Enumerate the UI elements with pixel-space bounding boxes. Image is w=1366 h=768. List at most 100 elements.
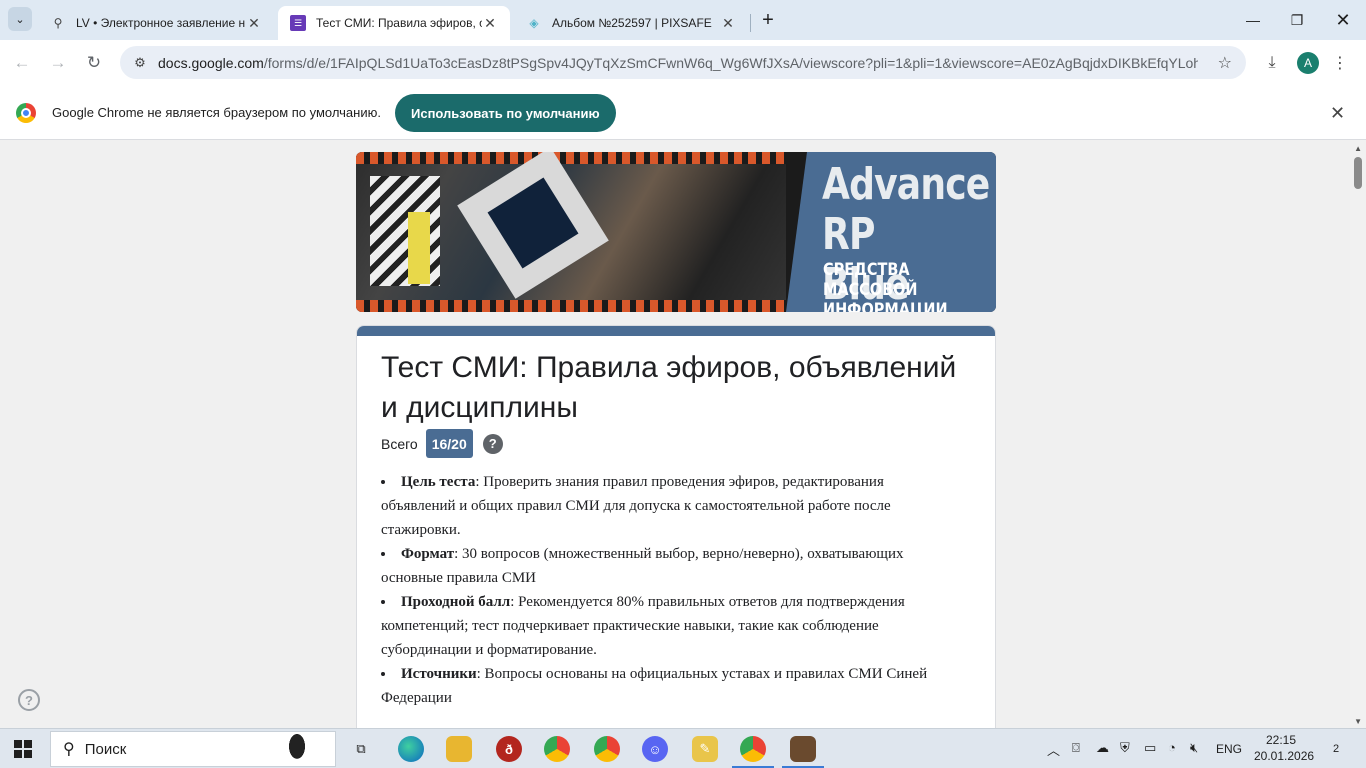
start-tile	[14, 740, 22, 748]
list-item-term: Формат	[401, 546, 455, 562]
taskbar-search[interactable]: ⚲ Поиск	[50, 731, 336, 768]
help-icon[interactable]: ?	[482, 433, 503, 454]
list-item-term: Проходной балл	[401, 594, 511, 610]
tab-google-forms[interactable]: ☰ Тест СМИ: Правила эфиров, о ✕	[278, 6, 510, 40]
notification-count: 2	[1332, 743, 1340, 755]
restore-button[interactable]: ❐	[1274, 6, 1320, 34]
banner-yellow-panel	[408, 212, 430, 284]
form-header-banner: Advance RP Blue СРЕДСТВА МАССОВОЙ ИНФОРМ…	[356, 152, 996, 312]
score-label: Всего	[381, 435, 418, 452]
back-button[interactable]: ←	[8, 49, 36, 77]
search-icon: ⚲	[63, 741, 75, 758]
tab-title: Тест СМИ: Правила эфиров, о	[316, 16, 482, 30]
start-tile	[24, 750, 32, 758]
chrome-icon[interactable]	[544, 736, 570, 762]
close-window-button[interactable]: ✕	[1320, 6, 1366, 34]
score-row: Всего 16/20 ?	[381, 429, 503, 458]
wifi-icon[interactable]: ◔	[1168, 740, 1176, 755]
chevron-up-icon[interactable]: ︿	[1047, 740, 1060, 759]
edge-icon[interactable]	[398, 736, 424, 762]
list-item: Цель теста: Проверить знания правил пров…	[381, 470, 961, 542]
start-button[interactable]	[14, 740, 32, 758]
yandex-icon[interactable]: ð	[496, 736, 522, 762]
url-path: /forms/d/e/1FAIpQLSd1UaTo3cEasDz8tPSgSpv…	[263, 54, 1198, 71]
tab-separator	[750, 14, 751, 32]
taskbar-search-label: Поиск	[84, 740, 127, 758]
volume-muted-icon[interactable]: 🔇︎	[1190, 740, 1198, 756]
page-help-icon[interactable]: ?	[18, 689, 40, 711]
list-item: Источники: Вопросы основаны на официальн…	[381, 662, 961, 710]
url-text: docs.google.com/forms/d/e/1FAIpQLSd1UaTo…	[158, 55, 1198, 71]
start-tile	[24, 740, 32, 748]
default-browser-infobar: Google Chrome не является браузером по у…	[0, 86, 1366, 140]
download-icon[interactable]: ⤓	[1259, 50, 1285, 76]
lv-icon: ⚲	[53, 16, 63, 30]
list-item-text: : 30 вопросов (множественный выбор, верн…	[381, 546, 904, 586]
close-icon[interactable]: ✕	[482, 15, 498, 32]
close-icon[interactable]: ✕	[720, 15, 736, 32]
new-tab-button[interactable]: +	[756, 8, 780, 32]
tab-search-button[interactable]: ⌄	[8, 7, 32, 31]
file-explorer-icon[interactable]	[446, 736, 472, 762]
form-title-card: Тест СМИ: Правила эфиров, объявлений и д…	[356, 325, 996, 728]
minimize-button[interactable]: —	[1230, 6, 1276, 34]
list-item: Формат: 30 вопросов (множественный выбор…	[381, 542, 961, 590]
film-strip-bottom	[356, 300, 786, 312]
discord-icon[interactable]: ☺	[642, 736, 668, 762]
scrollbar[interactable]: ▲ ▼	[1350, 140, 1366, 728]
scroll-down-icon[interactable]: ▼	[1354, 717, 1362, 726]
tab-lv[interactable]: ⚲ LV • Электронное заявление н ✕	[38, 6, 274, 40]
banner-subtitle: СРЕДСТВА МАССОВОЙ ИНФОРМАЦИИ	[823, 260, 970, 312]
tab-title: LV • Электронное заявление н	[76, 16, 246, 30]
penguin-icon	[283, 732, 311, 768]
clock-time: 22:15	[1265, 733, 1297, 747]
menu-icon[interactable]: ⋮	[1327, 50, 1353, 76]
list-item-term: Цель теста	[401, 474, 476, 490]
close-icon[interactable]: ✕	[246, 15, 262, 32]
clock[interactable]: 22:15 20.01.2026	[1254, 732, 1315, 764]
page-title: Тест СМИ: Правила эфиров, объявлений и д…	[381, 351, 957, 424]
pencil-app-icon[interactable]: ✎	[692, 736, 718, 762]
scroll-thumb[interactable]	[1354, 157, 1362, 189]
browser-toolbar: ← → ↻ ⚙ docs.google.com/forms/d/e/1FAIpQ…	[0, 40, 1366, 86]
cloud-tray-icon[interactable]: ☁	[1096, 740, 1109, 756]
page-viewport: Advance RP Blue СРЕДСТВА МАССОВОЙ ИНФОРМ…	[0, 140, 1366, 728]
card-accent-bar	[357, 326, 995, 336]
start-tile	[14, 750, 22, 758]
task-view-icon[interactable]: ⧉	[348, 736, 374, 762]
reload-button[interactable]: ↻	[80, 49, 108, 77]
banner-title-line1: Advance	[822, 159, 990, 210]
list-item: Проходной балл: Рекомендуется 80% правил…	[381, 590, 961, 662]
list-item-term: Источники	[401, 666, 477, 682]
score-badge: 16/20	[425, 429, 473, 458]
banner-subtitle-line1: СРЕДСТВА МАССОВОЙ	[823, 260, 918, 300]
forward-button[interactable]: →	[44, 49, 72, 77]
tab-strip: ⌄ ⚲ LV • Электронное заявление н ✕ ☰ Тес…	[0, 0, 1366, 40]
notification-icon[interactable]: 2	[1325, 738, 1347, 760]
address-bar[interactable]: ⚙ docs.google.com/forms/d/e/1FAIpQLSd1Ua…	[120, 46, 1246, 79]
close-icon[interactable]: ✕	[1330, 103, 1345, 124]
film-strip-top	[356, 152, 786, 164]
pixsafe-icon: ◈	[529, 16, 539, 30]
chrome-active-icon[interactable]	[740, 736, 766, 762]
chrome-profile-icon[interactable]	[594, 736, 620, 762]
clock-date: 20.01.2026	[1254, 749, 1315, 763]
set-default-button[interactable]: Использовать по умолчанию	[395, 94, 616, 132]
camera-tray-icon[interactable]: ⌼	[1072, 740, 1080, 756]
banner-subtitle-line2: ИНФОРМАЦИИ	[823, 300, 948, 312]
url-host: docs.google.com	[158, 54, 264, 71]
language-indicator[interactable]: ENG	[1216, 742, 1242, 756]
windows-taskbar: ⚲ Поиск ⧉ ð ☺ ✎ ︿ ⌼ ☁ ⛨ ▭ ◔ 🔇︎ ENG 22:15…	[0, 728, 1366, 768]
scroll-up-icon[interactable]: ▲	[1354, 144, 1362, 153]
game-app-icon[interactable]	[790, 736, 816, 762]
avatar[interactable]: A	[1297, 52, 1319, 74]
site-info-icon[interactable]: ⚙	[130, 55, 150, 71]
bookmark-star-icon[interactable]: ☆	[1218, 53, 1232, 73]
google-forms-icon: ☰	[290, 15, 306, 31]
infobar-message: Google Chrome не является браузером по у…	[52, 105, 381, 120]
shield-tray-icon[interactable]: ⛨	[1120, 740, 1130, 756]
chrome-logo-icon	[16, 103, 36, 123]
tab-title: Альбом №252597 | PIXSAFE	[552, 16, 712, 30]
battery-icon[interactable]: ▭	[1144, 740, 1156, 756]
tab-pixsafe[interactable]: ◈ Альбом №252597 | PIXSAFE ✕	[514, 6, 748, 40]
